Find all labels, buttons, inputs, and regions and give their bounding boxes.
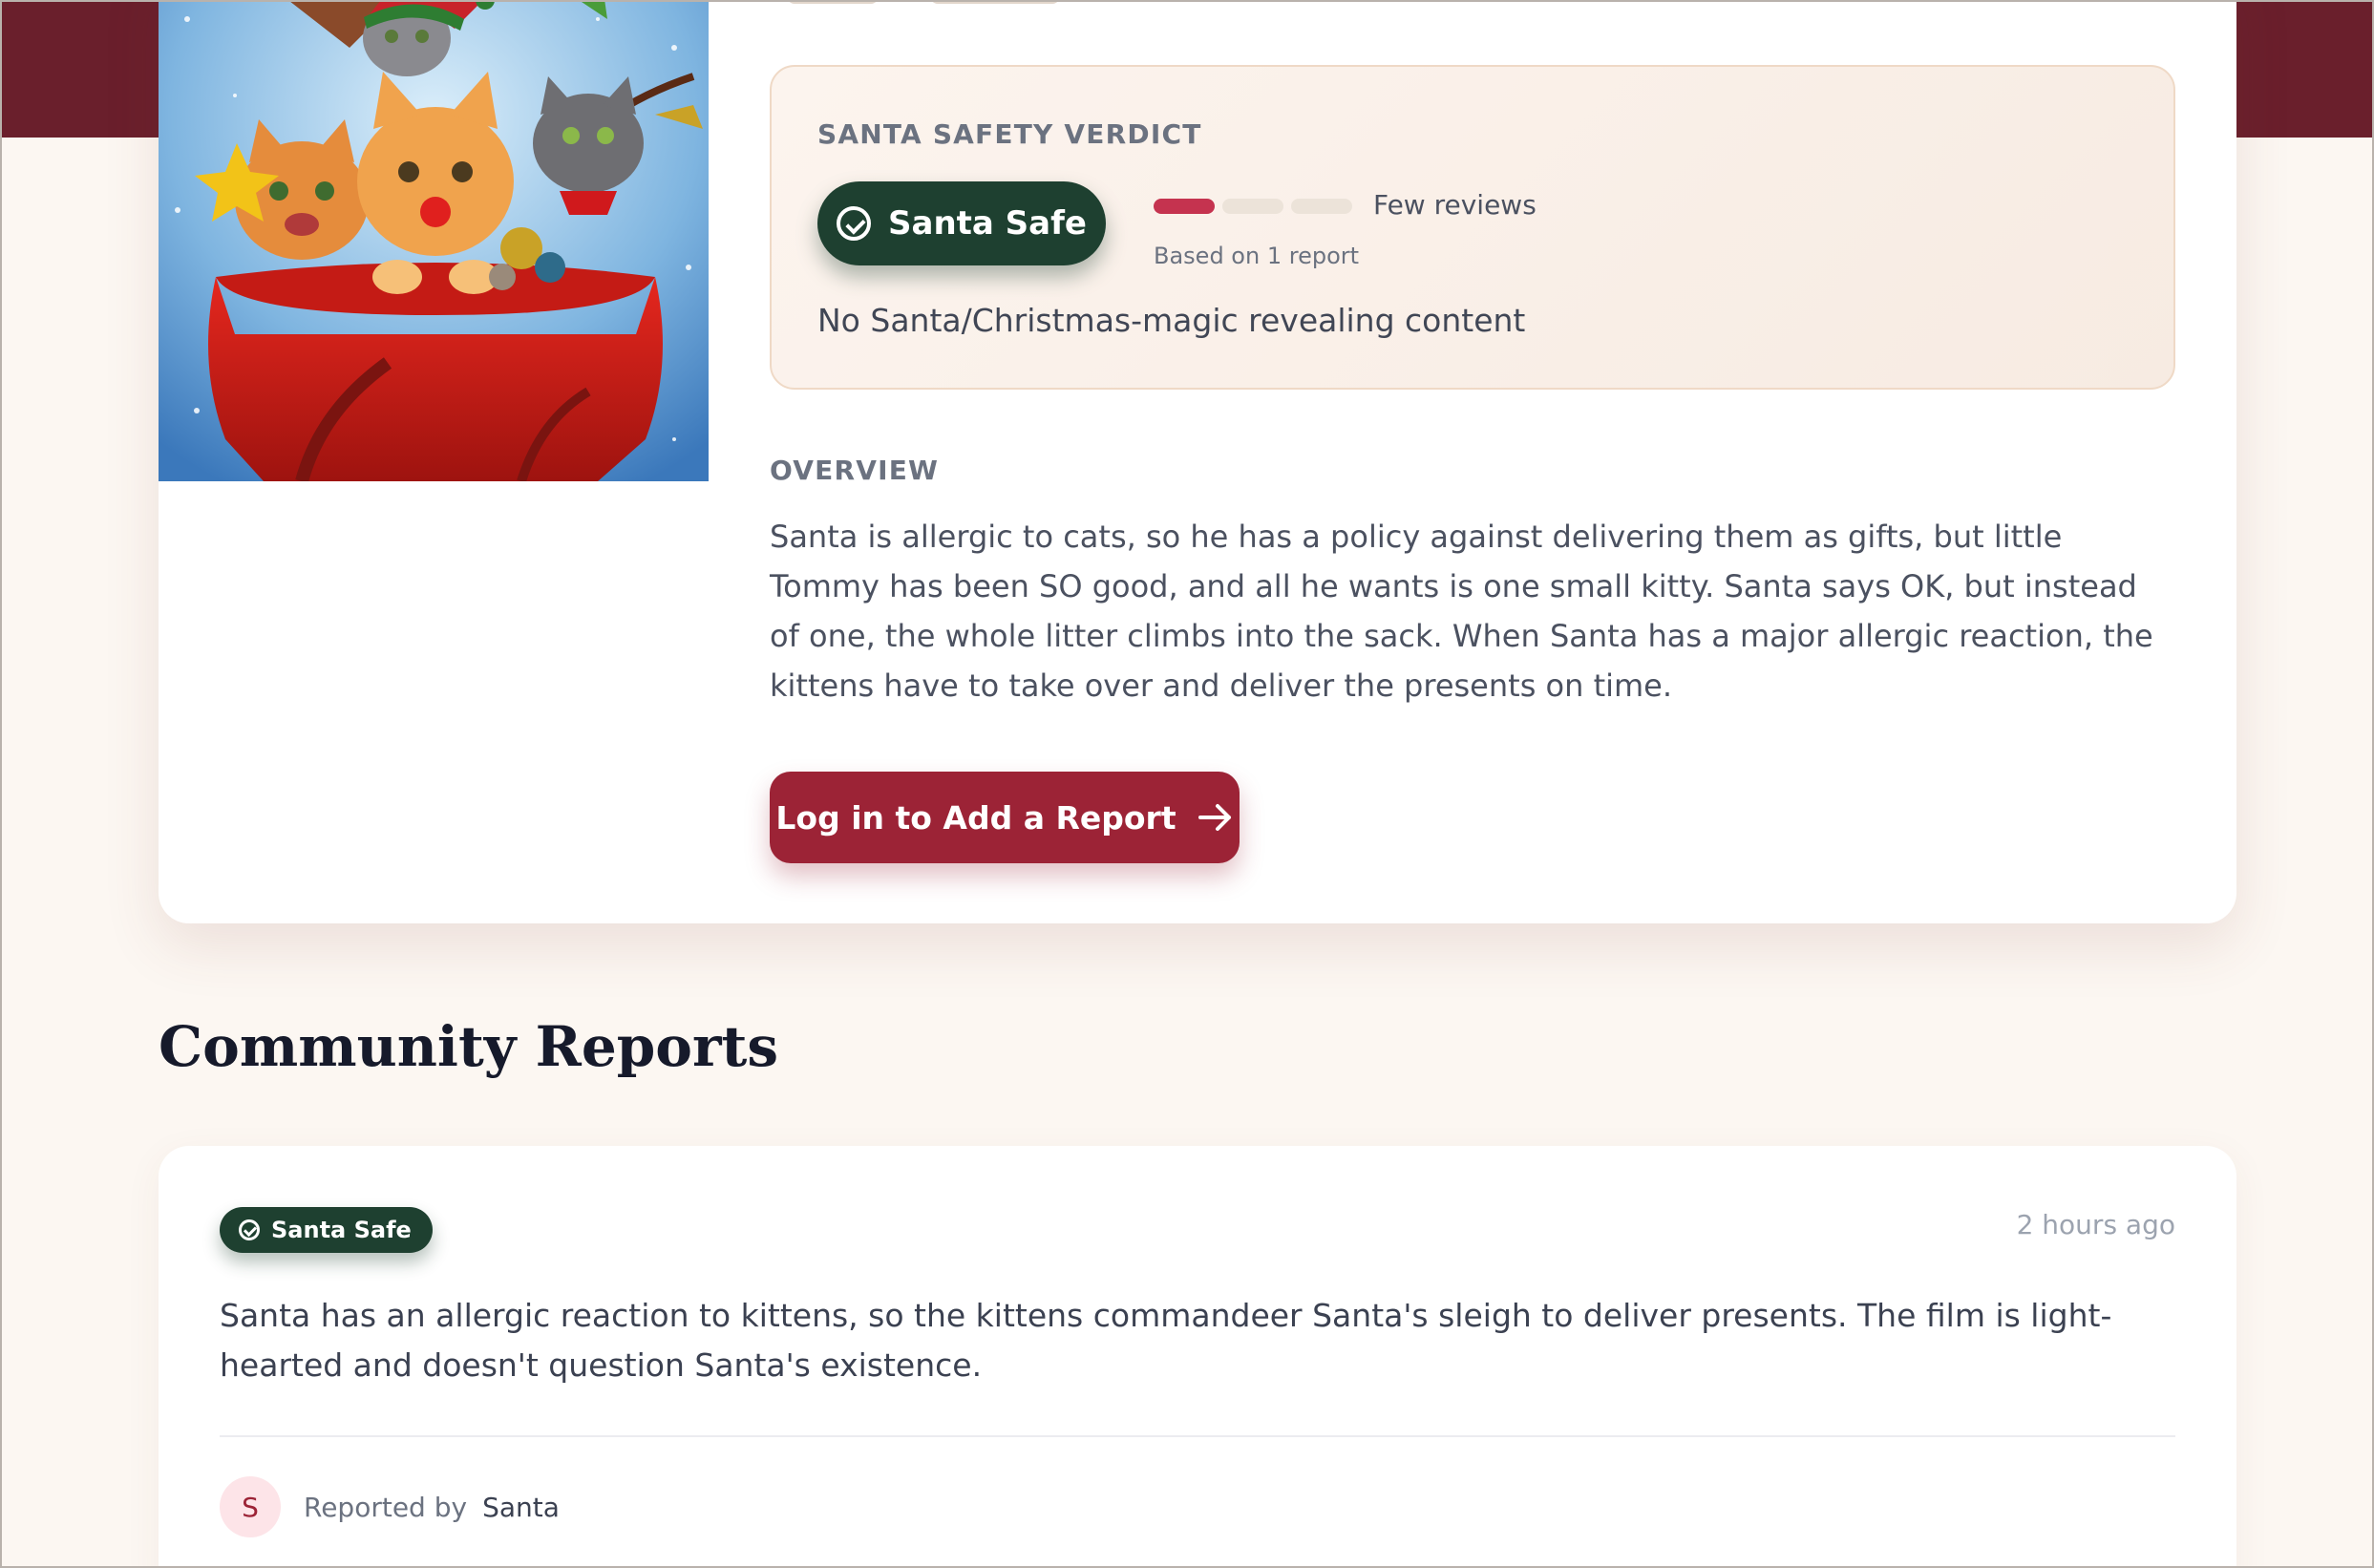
report-timestamp: 2 hours ago — [2016, 1209, 2175, 1240]
safety-verdict-panel: SANTA SAFETY VERDICT Santa Safe Few revi… — [770, 65, 2175, 390]
report-verdict-badge: Santa Safe — [220, 1207, 433, 1253]
confidence-segment — [1291, 199, 1352, 214]
verdict-note: No Santa/Christmas-magic revealing conte… — [817, 302, 1526, 339]
report-text: Santa has an allergic reaction to kitten… — [220, 1297, 2112, 1384]
confidence-segment — [1222, 199, 1283, 214]
report-count: Based on 1 report — [1154, 243, 1360, 269]
check-circle-icon — [837, 206, 872, 241]
confidence-segment — [1154, 199, 1215, 214]
poster-image — [159, 0, 709, 481]
reported-by-label: Reported by — [304, 1491, 468, 1523]
overview-heading: OVERVIEW — [770, 455, 940, 486]
arrow-right-icon — [1198, 804, 1231, 831]
report-badge-label: Santa Safe — [271, 1217, 412, 1243]
community-reports-title: Community Reports — [159, 1014, 778, 1079]
tag-chip[interactable] — [787, 0, 879, 4]
report-card: Santa Safe 2 hours ago Santa has an alle… — [159, 1146, 2236, 1568]
report-divider — [220, 1435, 2175, 1437]
add-report-button[interactable]: Log in to Add a Report — [770, 772, 1240, 863]
reporter-name[interactable]: Santa — [482, 1492, 560, 1523]
movie-poster — [159, 0, 709, 481]
confidence-meter — [1154, 199, 1352, 214]
confidence-label: Few reviews — [1373, 189, 1537, 221]
verdict-badge-label: Santa Safe — [888, 204, 1087, 243]
avatar: S — [220, 1476, 281, 1537]
movie-card: SANTA SAFETY VERDICT Santa Safe Few revi… — [159, 0, 2236, 923]
verdict-heading: SANTA SAFETY VERDICT — [817, 118, 1202, 150]
verdict-badge: Santa Safe — [817, 181, 1106, 265]
add-report-button-label: Log in to Add a Report — [775, 798, 1176, 837]
overview-text: Santa is allergic to cats, so he has a p… — [770, 519, 2153, 704]
reporter-info: S Reported by Santa — [220, 1476, 560, 1537]
check-circle-icon — [239, 1219, 260, 1240]
tag-chip[interactable] — [930, 0, 1060, 4]
